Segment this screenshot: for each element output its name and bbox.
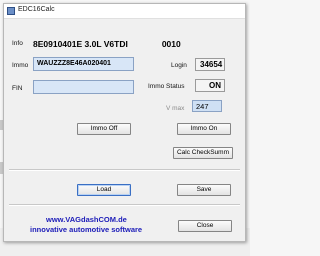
load-button[interactable]: Load [77,184,131,196]
save-button[interactable]: Save [177,184,231,196]
immo-status-value: ON [195,79,225,92]
login-value: 34654 [195,58,225,71]
website-link[interactable]: www.VAGdashCOM.de [46,215,127,224]
immo-label: Immo [12,62,29,69]
divider [9,169,240,171]
app-icon [7,7,15,15]
title-bar[interactable]: EDC16Calc [4,4,245,19]
immo-input[interactable]: WAUZZZ8E46A020401 [33,57,134,71]
fin-label: FIN [12,85,23,92]
immo-status-label: Immo Status [148,83,185,90]
vmax-input[interactable]: 247 [192,100,222,112]
tagline: innovative automotive software [30,225,143,234]
info-part-number: 8E0910401E 3.0L V6TDI [33,39,128,49]
info-code: 0010 [161,39,181,49]
window-title: EDC16Calc [18,6,55,13]
info-label: Info [12,40,23,47]
immo-on-button[interactable]: Immo On [177,123,231,135]
fin-input[interactable] [33,80,134,94]
calc-checksum-button[interactable]: Calc CheckSumm [173,147,233,159]
info-value: 8E0910401E 3.0L V6TDI 0010 [33,39,181,49]
edc16calc-dialog: EDC16Calc Info 8E0910401E 3.0L V6TDI 0010… [3,3,246,242]
divider [9,204,240,206]
close-button[interactable]: Close [178,220,232,232]
login-label: Login [171,62,187,69]
vmax-label: V max [166,105,185,112]
immo-off-button[interactable]: Immo Off [77,123,131,135]
